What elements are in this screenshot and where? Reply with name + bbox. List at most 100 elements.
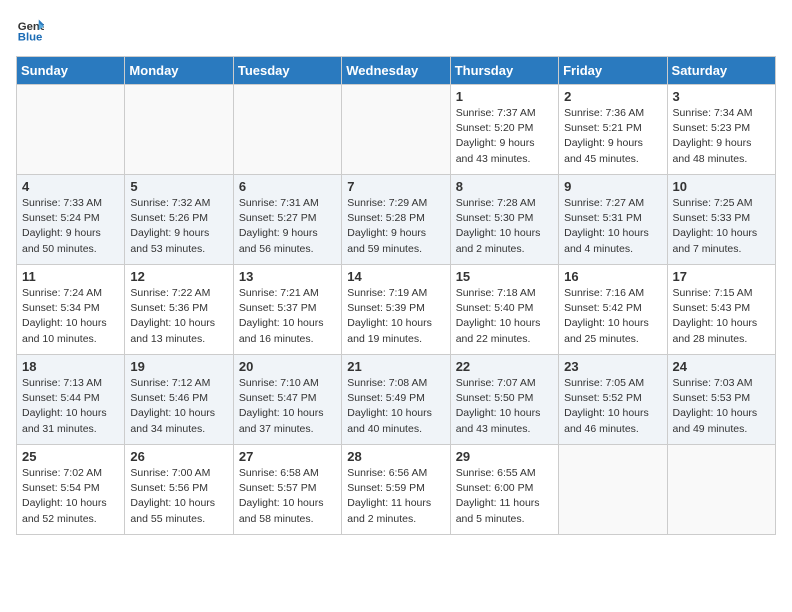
day-number: 24 <box>673 359 770 374</box>
day-number: 14 <box>347 269 444 284</box>
day-number: 4 <box>22 179 119 194</box>
calendar-cell: 14 Sunrise: 7:19 AM Sunset: 5:39 PM Dayli… <box>342 265 450 355</box>
day-info: Sunrise: 7:34 AM Sunset: 5:23 PM Dayligh… <box>673 106 770 167</box>
day-info: Sunrise: 6:56 AM Sunset: 5:59 PM Dayligh… <box>347 466 444 527</box>
calendar-cell: 29 Sunrise: 6:55 AM Sunset: 6:00 PM Dayli… <box>450 445 558 535</box>
calendar-cell: 23 Sunrise: 7:05 AM Sunset: 5:52 PM Dayli… <box>559 355 667 445</box>
header-wednesday: Wednesday <box>342 57 450 85</box>
day-number: 25 <box>22 449 119 464</box>
day-number: 3 <box>673 89 770 104</box>
day-number: 9 <box>564 179 661 194</box>
day-info: Sunrise: 7:24 AM Sunset: 5:34 PM Dayligh… <box>22 286 119 347</box>
day-info: Sunrise: 7:36 AM Sunset: 5:21 PM Dayligh… <box>564 106 661 167</box>
day-info: Sunrise: 7:12 AM Sunset: 5:46 PM Dayligh… <box>130 376 227 437</box>
calendar-cell: 12 Sunrise: 7:22 AM Sunset: 5:36 PM Dayli… <box>125 265 233 355</box>
week-row-0: 1 Sunrise: 7:37 AM Sunset: 5:20 PM Daylig… <box>17 85 776 175</box>
day-info: Sunrise: 7:33 AM Sunset: 5:24 PM Dayligh… <box>22 196 119 257</box>
calendar-cell: 1 Sunrise: 7:37 AM Sunset: 5:20 PM Daylig… <box>450 85 558 175</box>
day-info: Sunrise: 7:27 AM Sunset: 5:31 PM Dayligh… <box>564 196 661 257</box>
day-number: 2 <box>564 89 661 104</box>
calendar-cell: 9 Sunrise: 7:27 AM Sunset: 5:31 PM Daylig… <box>559 175 667 265</box>
calendar-cell: 18 Sunrise: 7:13 AM Sunset: 5:44 PM Dayli… <box>17 355 125 445</box>
day-number: 26 <box>130 449 227 464</box>
day-info: Sunrise: 7:13 AM Sunset: 5:44 PM Dayligh… <box>22 376 119 437</box>
header-monday: Monday <box>125 57 233 85</box>
calendar-cell: 3 Sunrise: 7:34 AM Sunset: 5:23 PM Daylig… <box>667 85 775 175</box>
day-number: 8 <box>456 179 553 194</box>
calendar-cell: 22 Sunrise: 7:07 AM Sunset: 5:50 PM Dayli… <box>450 355 558 445</box>
header-tuesday: Tuesday <box>233 57 341 85</box>
calendar-cell <box>342 85 450 175</box>
calendar-cell: 28 Sunrise: 6:56 AM Sunset: 5:59 PM Dayli… <box>342 445 450 535</box>
day-number: 12 <box>130 269 227 284</box>
day-info: Sunrise: 7:00 AM Sunset: 5:56 PM Dayligh… <box>130 466 227 527</box>
calendar-cell: 5 Sunrise: 7:32 AM Sunset: 5:26 PM Daylig… <box>125 175 233 265</box>
day-info: Sunrise: 7:21 AM Sunset: 5:37 PM Dayligh… <box>239 286 336 347</box>
calendar-cell: 24 Sunrise: 7:03 AM Sunset: 5:53 PM Dayli… <box>667 355 775 445</box>
day-number: 15 <box>456 269 553 284</box>
day-info: Sunrise: 7:10 AM Sunset: 5:47 PM Dayligh… <box>239 376 336 437</box>
calendar-cell: 19 Sunrise: 7:12 AM Sunset: 5:46 PM Dayli… <box>125 355 233 445</box>
day-number: 17 <box>673 269 770 284</box>
calendar-cell: 27Sunrise: 6:58 AM Sunset: 5:57 PM Dayli… <box>233 445 341 535</box>
day-number: 1 <box>456 89 553 104</box>
logo: General Blue <box>16 16 48 44</box>
calendar-cell <box>233 85 341 175</box>
day-number: 19 <box>130 359 227 374</box>
day-info: Sunrise: 7:03 AM Sunset: 5:53 PM Dayligh… <box>673 376 770 437</box>
day-info: Sunrise: 7:08 AM Sunset: 5:49 PM Dayligh… <box>347 376 444 437</box>
day-info: Sunrise: 6:55 AM Sunset: 6:00 PM Dayligh… <box>456 466 553 527</box>
day-number: 23 <box>564 359 661 374</box>
header-row: SundayMondayTuesdayWednesdayThursdayFrid… <box>17 57 776 85</box>
logo-icon: General Blue <box>16 16 44 44</box>
day-info: Sunrise: 7:32 AM Sunset: 5:26 PM Dayligh… <box>130 196 227 257</box>
day-number: 29 <box>456 449 553 464</box>
day-number: 6 <box>239 179 336 194</box>
day-info: Sunrise: 7:29 AM Sunset: 5:28 PM Dayligh… <box>347 196 444 257</box>
day-info: Sunrise: 7:19 AM Sunset: 5:39 PM Dayligh… <box>347 286 444 347</box>
header-sunday: Sunday <box>17 57 125 85</box>
day-info: Sunrise: 7:15 AM Sunset: 5:43 PM Dayligh… <box>673 286 770 347</box>
day-info: Sunrise: 7:25 AM Sunset: 5:33 PM Dayligh… <box>673 196 770 257</box>
header-saturday: Saturday <box>667 57 775 85</box>
calendar-cell <box>125 85 233 175</box>
calendar-cell: 4 Sunrise: 7:33 AM Sunset: 5:24 PM Daylig… <box>17 175 125 265</box>
day-number: 10 <box>673 179 770 194</box>
calendar-cell: 17 Sunrise: 7:15 AM Sunset: 5:43 PM Dayli… <box>667 265 775 355</box>
calendar-cell: 15 Sunrise: 7:18 AM Sunset: 5:40 PM Dayli… <box>450 265 558 355</box>
header-thursday: Thursday <box>450 57 558 85</box>
day-number: 11 <box>22 269 119 284</box>
day-number: 22 <box>456 359 553 374</box>
day-number: 28 <box>347 449 444 464</box>
day-number: 7 <box>347 179 444 194</box>
day-info: Sunrise: 7:22 AM Sunset: 5:36 PM Dayligh… <box>130 286 227 347</box>
calendar-cell <box>559 445 667 535</box>
day-info: Sunrise: 7:37 AM Sunset: 5:20 PM Dayligh… <box>456 106 553 167</box>
week-row-2: 11 Sunrise: 7:24 AM Sunset: 5:34 PM Dayli… <box>17 265 776 355</box>
page-header: General Blue <box>16 16 776 44</box>
day-number: 20 <box>239 359 336 374</box>
day-info: Sunrise: 6:58 AM Sunset: 5:57 PM Dayligh… <box>239 466 336 527</box>
week-row-3: 18 Sunrise: 7:13 AM Sunset: 5:44 PM Dayli… <box>17 355 776 445</box>
calendar-cell: 11 Sunrise: 7:24 AM Sunset: 5:34 PM Dayli… <box>17 265 125 355</box>
day-info: Sunrise: 7:28 AM Sunset: 5:30 PM Dayligh… <box>456 196 553 257</box>
day-info: Sunrise: 7:18 AM Sunset: 5:40 PM Dayligh… <box>456 286 553 347</box>
calendar-cell: 10 Sunrise: 7:25 AM Sunset: 5:33 PM Dayli… <box>667 175 775 265</box>
day-number: 21 <box>347 359 444 374</box>
header-friday: Friday <box>559 57 667 85</box>
week-row-1: 4 Sunrise: 7:33 AM Sunset: 5:24 PM Daylig… <box>17 175 776 265</box>
calendar-cell: 21 Sunrise: 7:08 AM Sunset: 5:49 PM Dayli… <box>342 355 450 445</box>
calendar-cell: 8 Sunrise: 7:28 AM Sunset: 5:30 PM Daylig… <box>450 175 558 265</box>
day-info: Sunrise: 7:05 AM Sunset: 5:52 PM Dayligh… <box>564 376 661 437</box>
calendar-cell: 2 Sunrise: 7:36 AM Sunset: 5:21 PM Daylig… <box>559 85 667 175</box>
day-info: Sunrise: 7:02 AM Sunset: 5:54 PM Dayligh… <box>22 466 119 527</box>
day-number: 18 <box>22 359 119 374</box>
week-row-4: 25 Sunrise: 7:02 AM Sunset: 5:54 PM Dayli… <box>17 445 776 535</box>
day-info: Sunrise: 7:07 AM Sunset: 5:50 PM Dayligh… <box>456 376 553 437</box>
calendar-cell: 6Sunrise: 7:31 AM Sunset: 5:27 PM Daylig… <box>233 175 341 265</box>
calendar-cell: 26 Sunrise: 7:00 AM Sunset: 5:56 PM Dayli… <box>125 445 233 535</box>
calendar-cell: 16Sunrise: 7:16 AM Sunset: 5:42 PM Dayli… <box>559 265 667 355</box>
day-number: 5 <box>130 179 227 194</box>
day-info: Sunrise: 7:16 AM Sunset: 5:42 PM Dayligh… <box>564 286 661 347</box>
calendar-cell: 25 Sunrise: 7:02 AM Sunset: 5:54 PM Dayli… <box>17 445 125 535</box>
